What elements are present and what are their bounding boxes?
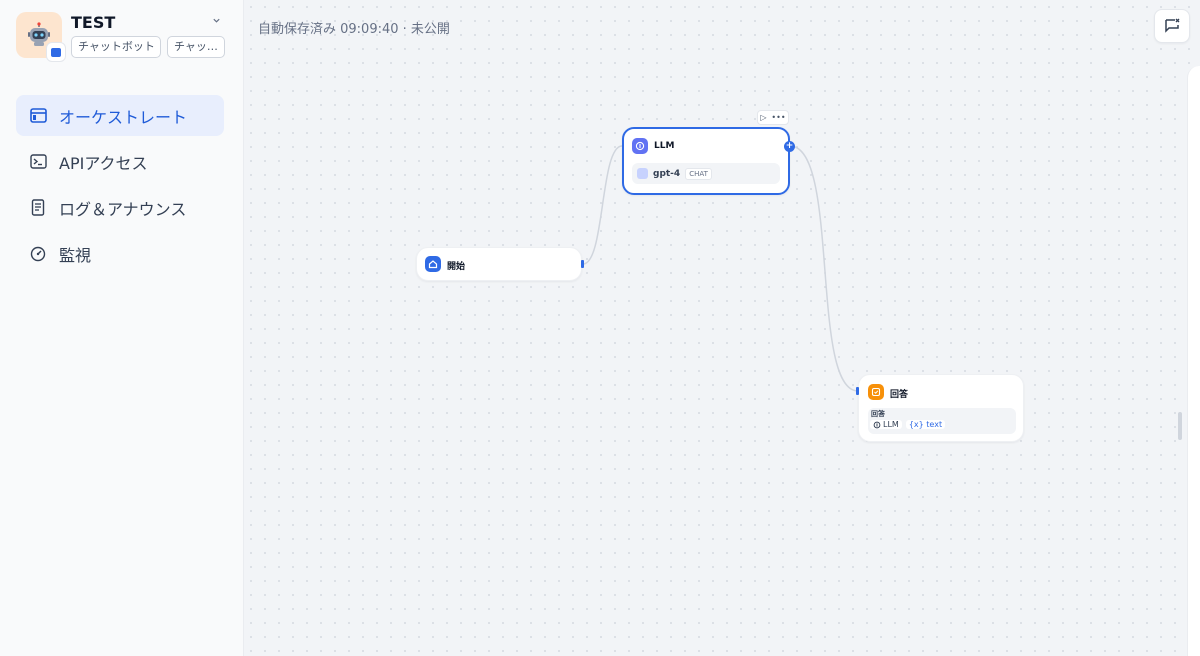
sidebar-item-label: オーケストレート: [59, 107, 188, 127]
model-name: gpt-4: [653, 168, 681, 179]
model-mode-badge: CHAT: [685, 167, 712, 180]
sidebar-item-logs[interactable]: ログ＆アナウンス: [16, 187, 224, 228]
sidebar: TEST チャットボット チャッ… オーケストレート APIアクセス ログ＆アナ…: [0, 0, 244, 656]
ref-node-name: LLM: [883, 420, 899, 429]
app-type-tag: チャットボット: [71, 36, 161, 58]
sidebar-item-label: ログ＆アナウンス: [59, 199, 187, 219]
llm-icon: [632, 138, 648, 154]
ref-node-chip: LLM: [870, 420, 902, 429]
browser-window-icon: [29, 107, 47, 125]
more-icon[interactable]: •••: [771, 113, 785, 122]
start-node-title: 開始: [447, 262, 466, 272]
variable-reference: LLM {x} text: [870, 419, 946, 430]
sidebar-item-label: 監視: [59, 245, 92, 265]
llm-node-title: LLM: [654, 141, 675, 151]
ref-variable-name: {x} text: [905, 420, 946, 429]
workflow-canvas[interactable]: [244, 0, 1200, 656]
app-mode-tag: チャッ…: [167, 36, 225, 58]
sidebar-item-orchestrate[interactable]: オーケストレート: [16, 95, 224, 136]
llm-node[interactable]: [622, 127, 790, 195]
autosave-status: 自動保存済み 09:09:40 · 未公開: [258, 22, 450, 37]
node-toolbar: ▷ •••: [757, 110, 789, 125]
scrollbar[interactable]: [1178, 412, 1182, 440]
side-panel-edge: [1187, 66, 1200, 656]
answer-icon: [868, 384, 884, 400]
chatbot-badge-icon: [46, 42, 66, 62]
gauge-icon: [29, 245, 47, 263]
app-header[interactable]: TEST チャットボット チャッ…: [16, 12, 228, 64]
openai-icon: [637, 168, 648, 179]
home-icon: [425, 256, 441, 272]
chevron-down-icon[interactable]: [212, 15, 221, 28]
sidebar-item-label: APIアクセス: [59, 153, 148, 173]
answer-input-handle[interactable]: [856, 387, 859, 395]
start-output-handle[interactable]: [581, 260, 584, 268]
checklist-icon: [1165, 18, 1180, 33]
file-list-icon: [29, 199, 47, 217]
terminal-icon: [29, 153, 47, 171]
add-node-handle-icon[interactable]: +: [784, 141, 795, 152]
run-icon[interactable]: ▷: [760, 113, 766, 122]
sidebar-nav: オーケストレート APIアクセス ログ＆アナウンス 監視: [16, 95, 224, 279]
sidebar-item-monitoring[interactable]: 監視: [16, 233, 224, 274]
app-name: TEST: [71, 13, 116, 32]
model-selector[interactable]: gpt-4 CHAT: [632, 163, 780, 184]
answer-field-label: 回答: [871, 410, 885, 418]
answer-node-title: 回答: [890, 390, 909, 400]
checklist-button[interactable]: [1154, 9, 1190, 43]
llm-ref-icon: [873, 421, 881, 428]
sidebar-item-api-access[interactable]: APIアクセス: [16, 141, 224, 182]
